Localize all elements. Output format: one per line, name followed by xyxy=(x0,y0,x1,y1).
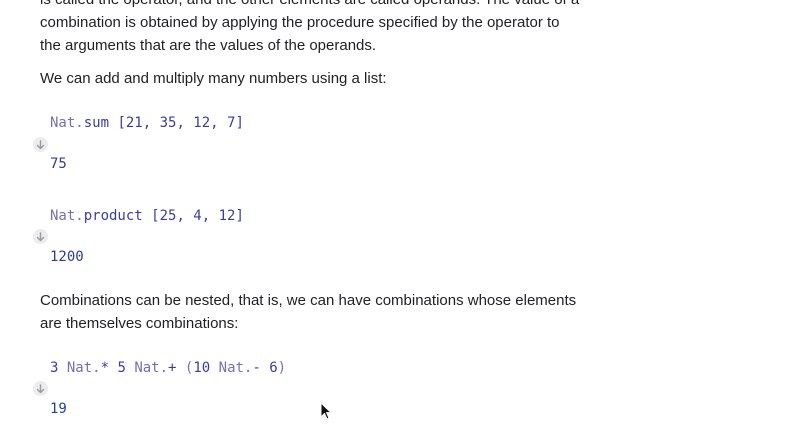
mouse-pointer-icon xyxy=(320,401,333,420)
code-token: sum xyxy=(83,115,110,131)
arrow-down-icon[interactable] xyxy=(33,381,48,396)
nested-line: Combinations can be nested, that is, we … xyxy=(40,292,577,309)
code-token: ) xyxy=(277,360,287,376)
code-token: ( xyxy=(176,360,194,376)
code-token: Nat. xyxy=(134,360,169,376)
code-token: Nat. xyxy=(50,115,84,131)
code-cell-product[interactable]: Nat.product [25, 4, 12] xyxy=(50,206,244,226)
code-token: 10 xyxy=(193,360,219,376)
arrow-down-icon[interactable] xyxy=(33,229,48,244)
intro-line: is called the operator, and the other el… xyxy=(40,0,640,11)
cell-result: 1200 xyxy=(50,249,84,265)
code-token: Nat. xyxy=(50,208,84,224)
code-token: [21, 35, 12, 7] xyxy=(109,115,244,131)
code-token: 6 xyxy=(260,360,278,376)
code-token: * xyxy=(100,360,110,376)
intro-paragraph: is called the operator, and the other el… xyxy=(40,0,640,57)
code-token: Nat. xyxy=(218,360,253,376)
nested-line: are themselves combinations: xyxy=(40,315,239,332)
intro-line: the arguments that are the values of the… xyxy=(40,37,377,54)
list-paragraph: We can add and multiply many numbers usi… xyxy=(40,67,640,90)
intro-line: combination is obtained by applying the … xyxy=(40,14,560,31)
code-token: 5 xyxy=(109,360,135,376)
arrow-down-icon[interactable] xyxy=(33,137,48,152)
code-token: [25, 4, 12] xyxy=(142,208,244,224)
cell-result: 75 xyxy=(50,156,67,172)
list-line: We can add and multiply many numbers usi… xyxy=(40,70,387,87)
cell-result: 19 xyxy=(50,401,67,417)
code-cell-sum[interactable]: Nat.sum [21, 35, 12, 7] xyxy=(50,113,244,133)
nested-paragraph: Combinations can be nested, that is, we … xyxy=(40,289,640,335)
code-token: Nat. xyxy=(58,360,101,376)
code-token: product xyxy=(83,208,143,224)
notebook-page: is called the operator, and the other el… xyxy=(0,0,800,448)
code-token: - xyxy=(252,360,261,376)
code-cell-nested[interactable]: 3 Nat.* 5 Nat.+ (10 Nat.- 6) xyxy=(50,358,286,378)
